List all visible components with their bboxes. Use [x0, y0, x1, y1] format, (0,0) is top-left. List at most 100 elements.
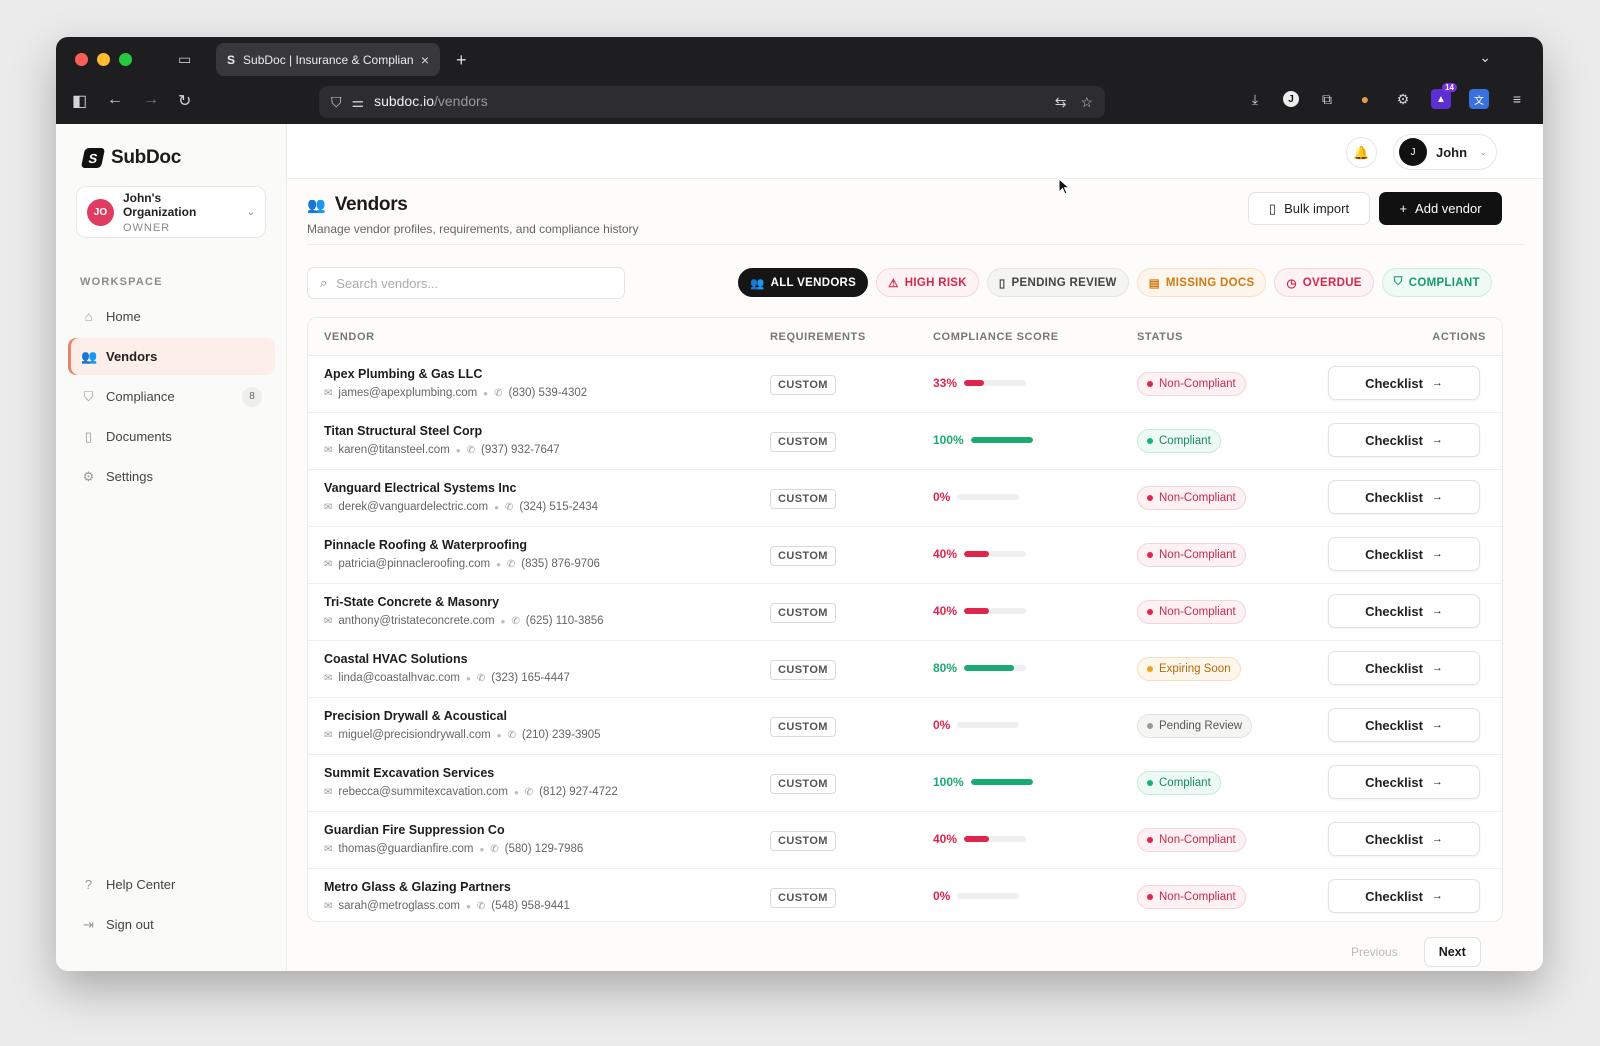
- col-status[interactable]: STATUS: [1137, 331, 1183, 343]
- close-window-button[interactable]: [75, 53, 88, 66]
- vendor-phone[interactable]: (812) 927-4722: [539, 786, 618, 798]
- next-page-button[interactable]: Next: [1423, 937, 1481, 967]
- checklist-button[interactable]: Checklist →: [1328, 423, 1480, 457]
- translate-icon[interactable]: ⇆: [1055, 94, 1067, 111]
- filter-compliant[interactable]: ⛉ COMPLIANT: [1381, 268, 1492, 297]
- reload-icon[interactable]: ↻: [178, 91, 191, 111]
- extension-j-icon[interactable]: J: [1283, 91, 1299, 107]
- vendor-phone[interactable]: (625) 110-3856: [526, 615, 604, 627]
- extensions-puzzle-icon[interactable]: ⧉: [1317, 89, 1337, 109]
- previous-page-button[interactable]: Previous: [1339, 945, 1410, 959]
- vendor-name[interactable]: Vanguard Electrical Systems Inc: [324, 481, 516, 495]
- vendor-name[interactable]: Coastal HVAC Solutions: [324, 652, 468, 666]
- vendor-phone[interactable]: (830) 539-4302: [509, 387, 588, 399]
- checklist-label: Checklist: [1365, 831, 1423, 847]
- filter-high-risk[interactable]: ⚠ HIGH RISK: [876, 268, 979, 297]
- sidebar-item-home[interactable]: ⌂ Home: [68, 298, 275, 335]
- vendor-name[interactable]: Summit Excavation Services: [324, 766, 494, 780]
- vendor-name[interactable]: Tri-State Concrete & Masonry: [324, 595, 499, 609]
- col-compliance-score[interactable]: COMPLIANCE SCORE: [933, 331, 1059, 343]
- vendor-name[interactable]: Metro Glass & Glazing Partners: [324, 880, 511, 894]
- checklist-button[interactable]: Checklist →: [1328, 879, 1480, 913]
- extension-translate-icon[interactable]: 文: [1469, 89, 1489, 109]
- sidebar-item-vendors[interactable]: 👥 Vendors: [68, 338, 275, 375]
- extension-purple-icon[interactable]: ▲ 14: [1431, 83, 1457, 109]
- checklist-button[interactable]: Checklist →: [1328, 480, 1480, 514]
- vendor-phone[interactable]: (324) 515-2434: [519, 501, 598, 513]
- address-bar[interactable]: ⛉ ⚌ subdoc.io/vendors ⇆ ☆: [319, 86, 1105, 118]
- vendor-phone[interactable]: (835) 876-9706: [521, 558, 600, 570]
- vendor-email[interactable]: james@apexplumbing.com: [338, 387, 477, 399]
- sidebar-item-compliance[interactable]: ⛉ Compliance 8: [68, 378, 275, 415]
- checklist-label: Checklist: [1365, 717, 1423, 733]
- filter-pending-review[interactable]: ▯ PENDING REVIEW: [986, 268, 1129, 297]
- new-tab-icon[interactable]: +: [456, 50, 467, 71]
- checklist-button[interactable]: Checklist →: [1328, 594, 1480, 628]
- menu-icon[interactable]: ≡: [1507, 89, 1527, 109]
- vendor-name[interactable]: Pinnacle Roofing & Waterproofing: [324, 538, 527, 552]
- checklist-button[interactable]: Checklist →: [1328, 651, 1480, 685]
- vendor-email[interactable]: derek@vanguardelectric.com: [338, 501, 488, 513]
- search-input[interactable]: [336, 275, 612, 291]
- page-settings-icon[interactable]: ⚌: [352, 94, 365, 111]
- vendor-email[interactable]: miguel@precisiondrywall.com: [338, 729, 490, 741]
- vendor-email[interactable]: sarah@metroglass.com: [338, 900, 460, 912]
- filter-overdue[interactable]: ◷ OVERDUE: [1274, 268, 1374, 297]
- tab-list-icon[interactable]: ⌄: [1479, 49, 1491, 66]
- checklist-button[interactable]: Checklist →: [1328, 537, 1480, 571]
- vendor-phone[interactable]: (210) 239-3905: [522, 729, 601, 741]
- tab-title: SubDoc | Insurance & Compliance: [243, 52, 413, 67]
- vendor-email[interactable]: patricia@pinnacleroofing.com: [338, 558, 490, 570]
- filter-all-vendors[interactable]: 👥 ALL VENDORS: [738, 268, 869, 297]
- org-switcher[interactable]: JO John's Organization OWNER ⌄: [76, 186, 266, 238]
- checklist-button[interactable]: Checklist →: [1328, 708, 1480, 742]
- checklist-button[interactable]: Checklist →: [1328, 822, 1480, 856]
- sidebar-toggle-icon[interactable]: ◧: [72, 91, 87, 111]
- add-vendor-button[interactable]: + Add vendor: [1379, 192, 1502, 225]
- sidebar-item-help-center[interactable]: ? Help Center: [68, 866, 275, 903]
- vendor-name[interactable]: Apex Plumbing & Gas LLC: [324, 367, 482, 381]
- vendor-email[interactable]: anthony@tristateconcrete.com: [338, 615, 494, 627]
- vendor-phone[interactable]: (580) 129-7986: [505, 843, 584, 855]
- user-avatar: J: [1399, 138, 1427, 166]
- filter-missing-docs[interactable]: ▤ MISSING DOCS: [1136, 268, 1267, 297]
- vendor-email[interactable]: thomas@guardianfire.com: [338, 843, 473, 855]
- maximize-window-button[interactable]: [119, 53, 132, 66]
- extension-cookie-icon[interactable]: ●: [1355, 89, 1375, 109]
- user-menu[interactable]: J John ⌄: [1393, 134, 1497, 170]
- sidebar-item-documents[interactable]: ▯ Documents: [68, 418, 275, 455]
- sidebar-item-sign-out[interactable]: ⇥ Sign out: [68, 906, 275, 943]
- back-icon[interactable]: ←: [107, 91, 123, 109]
- vendor-search[interactable]: ⌕: [307, 267, 625, 299]
- extension-gear-icon[interactable]: ⚙: [1393, 89, 1413, 109]
- vendor-name[interactable]: Guardian Fire Suppression Co: [324, 823, 505, 837]
- compliance-score: 100%: [933, 775, 1033, 789]
- checklist-button[interactable]: Checklist →: [1328, 765, 1480, 799]
- brand[interactable]: S SubDoc: [80, 147, 181, 169]
- col-vendor[interactable]: VENDOR: [324, 331, 375, 343]
- browser-tab[interactable]: S SubDoc | Insurance & Compliance ×: [216, 43, 440, 76]
- vendor-email[interactable]: linda@coastalhvac.com: [338, 672, 460, 684]
- checklist-button[interactable]: Checklist →: [1328, 366, 1480, 400]
- downloads-icon[interactable]: ⤓: [1245, 89, 1265, 109]
- score-value: 33%: [933, 376, 958, 390]
- close-tab-icon[interactable]: ×: [421, 52, 429, 68]
- vendor-name[interactable]: Titan Structural Steel Corp: [324, 424, 482, 438]
- score-bar-fill: [964, 665, 1014, 671]
- vendor-phone[interactable]: (548) 958-9441: [491, 900, 570, 912]
- vendor-name[interactable]: Precision Drywall & Acoustical: [324, 709, 507, 723]
- forward-icon[interactable]: →: [143, 91, 159, 109]
- col-requirements[interactable]: REQUIREMENTS: [770, 331, 866, 343]
- arrow-right-icon: →: [1431, 776, 1443, 788]
- sidebar-item-settings[interactable]: ⚙ Settings: [68, 458, 275, 495]
- vendor-phone[interactable]: (323) 165-4447: [491, 672, 570, 684]
- vendor-email[interactable]: rebecca@summitexcavation.com: [338, 786, 508, 798]
- tab-overview-icon[interactable]: ▭: [178, 51, 191, 68]
- minimize-window-button[interactable]: [97, 53, 110, 66]
- notifications-bell-icon[interactable]: 🔔: [1346, 137, 1377, 168]
- vendor-email[interactable]: karen@titansteel.com: [338, 444, 449, 456]
- shield-icon[interactable]: ⛉: [331, 94, 342, 111]
- bulk-import-button[interactable]: ▯ Bulk import: [1248, 192, 1370, 225]
- bookmark-star-icon[interactable]: ☆: [1080, 94, 1093, 111]
- vendor-phone[interactable]: (937) 932-7647: [481, 444, 560, 456]
